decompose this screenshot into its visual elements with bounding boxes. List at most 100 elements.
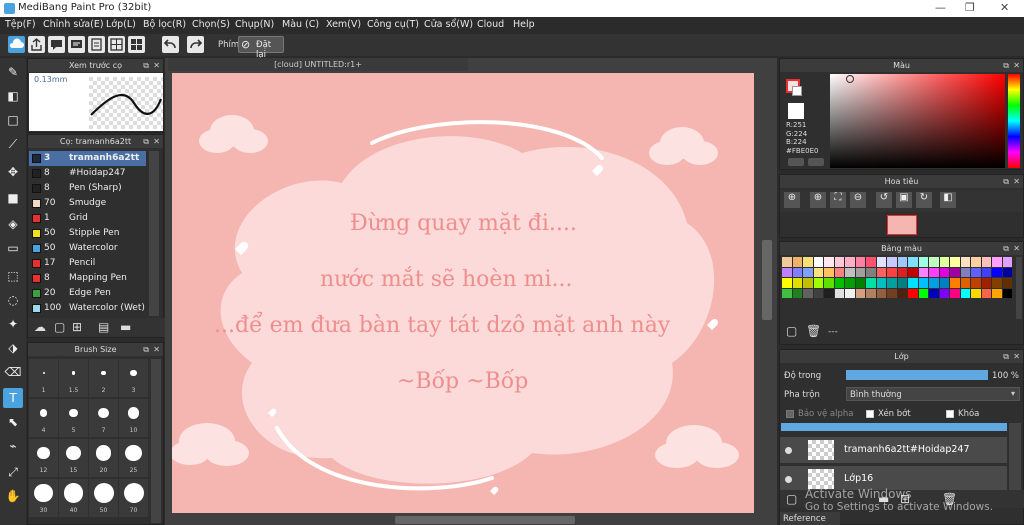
palette-swatch[interactable] — [929, 288, 939, 298]
menu-cloud[interactable]: Cloud — [477, 19, 504, 30]
palette-swatch[interactable] — [813, 267, 823, 277]
rectangle-tool-icon[interactable]: □ — [3, 110, 23, 130]
palette-swatch[interactable] — [792, 288, 802, 298]
select-pen-icon[interactable]: ⬗ — [3, 338, 23, 358]
palette-swatch[interactable] — [897, 288, 907, 298]
saturation-value-picker[interactable] — [830, 74, 1005, 168]
brush-size-cell[interactable]: 1 — [29, 359, 58, 397]
protect-alpha-checkbox[interactable] — [786, 410, 794, 418]
palette-swatch[interactable] — [782, 288, 792, 298]
palette-swatch[interactable] — [834, 278, 844, 288]
palette-swatch[interactable] — [929, 257, 939, 267]
menu-help[interactable]: Help — [513, 19, 535, 30]
palette-swatch[interactable] — [845, 278, 855, 288]
palette-swatch[interactable] — [950, 257, 960, 267]
palette-swatch[interactable] — [971, 257, 981, 267]
brush-size-cell[interactable]: 25 — [119, 439, 148, 477]
brush-size-cell[interactable]: 30 — [29, 479, 58, 517]
palette-swatch[interactable] — [1002, 288, 1012, 298]
palette-swatch[interactable] — [981, 288, 991, 298]
close-panel-icon[interactable]: ✕ — [153, 59, 160, 72]
brush-size-cell[interactable]: 12 — [29, 439, 58, 477]
brush-folder-icon[interactable]: ▬ — [120, 320, 131, 334]
new-layer-icon[interactable]: ▢ — [786, 492, 797, 506]
palette-swatch[interactable] — [834, 267, 844, 277]
popout-icon[interactable]: ⧉ — [143, 59, 149, 72]
brush-size-cell[interactable]: 5 — [59, 399, 88, 437]
operation-tool-icon[interactable]: ⬉ — [3, 412, 23, 432]
undo-icon[interactable] — [162, 36, 179, 53]
brush-item[interactable]: 100 Watercolor (Wet) — [29, 301, 146, 316]
palette-swatch[interactable] — [981, 278, 991, 288]
palette-swatch[interactable] — [960, 288, 970, 298]
palette-swatch[interactable] — [939, 267, 949, 277]
palette-swatch[interactable] — [897, 267, 907, 277]
zoom-in-icon[interactable]: ⊕ — [784, 192, 800, 208]
brush-item[interactable]: 50 Stipple Pen — [29, 226, 146, 241]
palette-swatch[interactable] — [834, 288, 844, 298]
palette-swatch[interactable] — [939, 257, 949, 267]
canvas-text-line3[interactable]: ...để em đưa bàn tay tát dzô mặt anh này — [214, 313, 670, 338]
popout-icon[interactable]: ⧉ — [1003, 242, 1009, 255]
popout-icon[interactable]: ⧉ — [1003, 59, 1009, 72]
palette-swatch[interactable] — [876, 288, 886, 298]
eraser-tool-icon[interactable]: ◧ — [3, 86, 23, 106]
palette-swatch[interactable] — [1002, 278, 1012, 288]
magic-wand-icon[interactable]: ✦ — [3, 314, 23, 334]
close-icon[interactable]: ✕ — [1000, 1, 1009, 14]
hand-tool-icon[interactable]: ✋ — [3, 486, 23, 506]
popout-icon[interactable]: ⧉ — [143, 135, 149, 148]
lock-checkbox[interactable] — [946, 410, 954, 418]
brush-size-cell[interactable]: 3 — [119, 359, 148, 397]
color-picker-handle[interactable] — [846, 75, 854, 83]
text-tool-icon[interactable]: T — [3, 388, 23, 408]
brush-item[interactable]: 8 Mapping Pen — [29, 271, 146, 286]
brush-size-cell[interactable]: 1.5 — [59, 359, 88, 397]
brush-item[interactable]: 70 Smudge — [29, 196, 146, 211]
brush-size-scrollbar[interactable] — [151, 359, 161, 523]
palette-swatch[interactable] — [960, 278, 970, 288]
brush-size-cell[interactable]: 7 — [89, 399, 118, 437]
document-icon[interactable] — [88, 36, 105, 53]
palette-swatch[interactable] — [950, 288, 960, 298]
menu-select[interactable]: Chọn(S) — [192, 19, 230, 30]
palette-swatch[interactable] — [792, 267, 802, 277]
palette-swatch[interactable] — [887, 257, 897, 267]
zoom-in-2-icon[interactable]: ⊕ — [810, 192, 826, 208]
share-icon[interactable] — [28, 36, 45, 53]
palette-swatch[interactable] — [918, 267, 928, 277]
hue-slider[interactable] — [1008, 74, 1020, 168]
color-mode-button-1[interactable] — [788, 158, 804, 166]
brush-list-scrollbar[interactable] — [149, 151, 159, 316]
palette-swatch[interactable] — [824, 257, 834, 267]
add-palette-icon[interactable]: ▢ — [786, 324, 797, 338]
palette-swatch[interactable] — [950, 278, 960, 288]
palette-swatch[interactable] — [845, 288, 855, 298]
palette-swatch[interactable] — [887, 278, 897, 288]
palette-swatch[interactable] — [855, 278, 865, 288]
palette-swatch[interactable] — [803, 267, 813, 277]
minimize-icon[interactable]: — — [935, 1, 946, 14]
brush-size-cell[interactable]: 10 — [119, 399, 148, 437]
layer-selected-strip[interactable] — [781, 423, 1007, 431]
brush-item[interactable]: 50 Watercolor — [29, 241, 146, 256]
palette-swatch[interactable] — [960, 257, 970, 267]
move-tool-icon[interactable]: ✥ — [3, 162, 23, 182]
close-panel-icon[interactable]: ✕ — [153, 343, 160, 356]
palette-swatch[interactable] — [1002, 257, 1012, 267]
popout-icon[interactable]: ⧉ — [1003, 175, 1009, 188]
gradient-tool-icon[interactable]: ▭ — [3, 238, 23, 258]
close-panel-icon[interactable]: ✕ — [1013, 242, 1020, 255]
palette-swatch[interactable] — [908, 278, 918, 288]
palette-swatch[interactable] — [803, 278, 813, 288]
palette-swatch[interactable] — [887, 288, 897, 298]
palette-swatch[interactable] — [908, 267, 918, 277]
palette-swatch[interactable] — [929, 267, 939, 277]
delete-palette-icon[interactable]: 🗑 — [806, 324, 821, 338]
popout-icon[interactable]: ⧉ — [143, 343, 149, 356]
canvas-vscroll[interactable] — [762, 240, 772, 320]
menu-color[interactable]: Màu (C) — [282, 19, 319, 30]
palette-swatch[interactable] — [813, 278, 823, 288]
eye-icon[interactable] — [785, 476, 792, 483]
palette-swatch[interactable] — [981, 267, 991, 277]
